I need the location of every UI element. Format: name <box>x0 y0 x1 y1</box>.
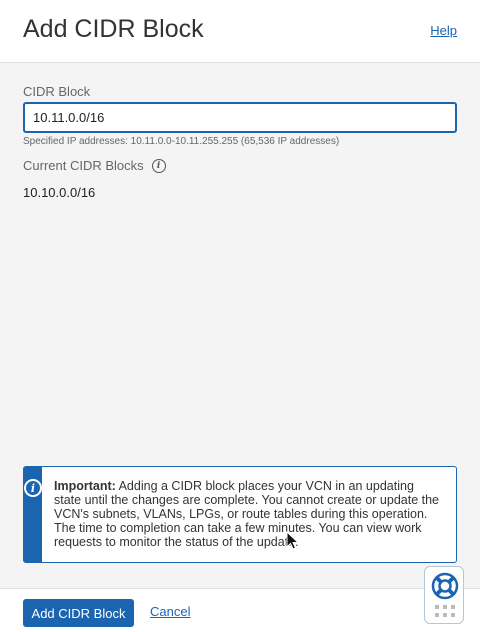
page-footer: Add CIDR Block Cancel <box>0 588 480 632</box>
current-cidr-row: Current CIDR Blocks i <box>23 158 458 173</box>
grip-icon[interactable] <box>435 605 455 617</box>
help-link[interactable]: Help <box>430 23 457 38</box>
info-icon[interactable]: i <box>151 158 166 173</box>
cidr-block-hint: Specified IP addresses: 10.11.0.0-10.11.… <box>23 136 340 147</box>
mouse-cursor-icon <box>286 531 300 550</box>
notice-strong: Important: <box>54 479 116 493</box>
current-cidr-label: Current CIDR Blocks <box>23 158 144 173</box>
important-notice: i Important: Adding a CIDR block places … <box>23 466 457 563</box>
add-cidr-block-button[interactable]: Add CIDR Block <box>23 599 134 627</box>
current-cidr-value: 10.10.0.0/16 <box>23 185 96 200</box>
info-icon: i <box>24 479 42 497</box>
page-header: Add CIDR Block Help <box>0 0 480 63</box>
lifebuoy-icon[interactable] <box>431 572 459 600</box>
help-widget[interactable] <box>424 566 464 624</box>
notice-text: Important: Adding a CIDR block places yo… <box>42 467 456 562</box>
cancel-link[interactable]: Cancel <box>150 604 190 619</box>
form-content: CIDR Block Specified IP addresses: 10.11… <box>23 84 458 200</box>
page-title: Add CIDR Block <box>23 15 204 43</box>
cidr-block-input[interactable] <box>23 102 457 133</box>
cidr-block-label: CIDR Block <box>23 84 91 99</box>
notice-icon-bar: i <box>24 467 42 562</box>
